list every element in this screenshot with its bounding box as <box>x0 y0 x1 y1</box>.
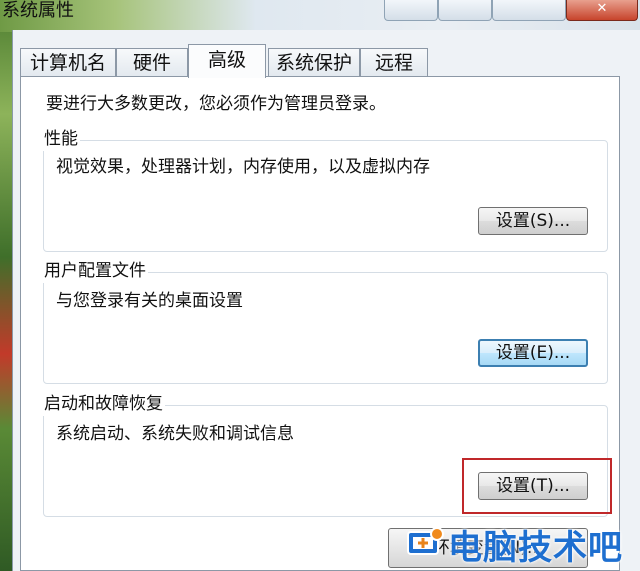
user-profiles-settings-button[interactable]: 设置(E)... <box>478 339 588 367</box>
group-title-user-profiles: 用户配置文件 <box>42 259 148 283</box>
performance-settings-button[interactable]: 设置(S)... <box>478 207 588 235</box>
tab-advanced[interactable]: 高级 <box>188 44 266 78</box>
watermark: 电脑技术吧 <box>404 522 623 568</box>
group-user-profiles: 用户配置文件 与您登录有关的桌面设置 设置(E)... <box>42 259 608 384</box>
tab-system-protection[interactable]: 系统保护 <box>268 48 360 76</box>
tab-computer-name[interactable]: 计算机名 <box>20 48 116 76</box>
minimize-button[interactable] <box>384 0 438 21</box>
admin-notice: 要进行大多数更改，您必须作为管理员登录。 <box>46 94 386 114</box>
watermark-text: 电脑技术吧 <box>448 527 623 568</box>
maximize-button[interactable] <box>438 0 492 21</box>
help-button[interactable] <box>492 0 566 21</box>
watermark-logo-icon <box>404 526 444 562</box>
desktop-background <box>0 0 12 571</box>
group-title-startup-recovery: 启动和故障恢复 <box>42 392 165 416</box>
window-title: 系统属性 <box>2 0 74 21</box>
red-highlight-box <box>462 458 612 514</box>
startup-recovery-description: 系统启动、系统失败和调试信息 <box>56 424 294 444</box>
performance-description: 视觉效果，处理器计划，内存使用，以及虚拟内存 <box>56 157 430 177</box>
user-profiles-description: 与您登录有关的桌面设置 <box>56 291 243 311</box>
group-title-performance: 性能 <box>42 127 80 151</box>
close-icon: ✕ <box>596 1 608 16</box>
tab-hardware[interactable]: 硬件 <box>116 48 188 76</box>
group-performance: 性能 视觉效果，处理器计划，内存使用，以及虚拟内存 设置(S)... <box>42 127 608 252</box>
title-bar[interactable]: 系统属性 ✕ <box>0 0 640 32</box>
close-button[interactable]: ✕ <box>566 0 638 21</box>
tab-remote[interactable]: 远程 <box>360 48 428 76</box>
